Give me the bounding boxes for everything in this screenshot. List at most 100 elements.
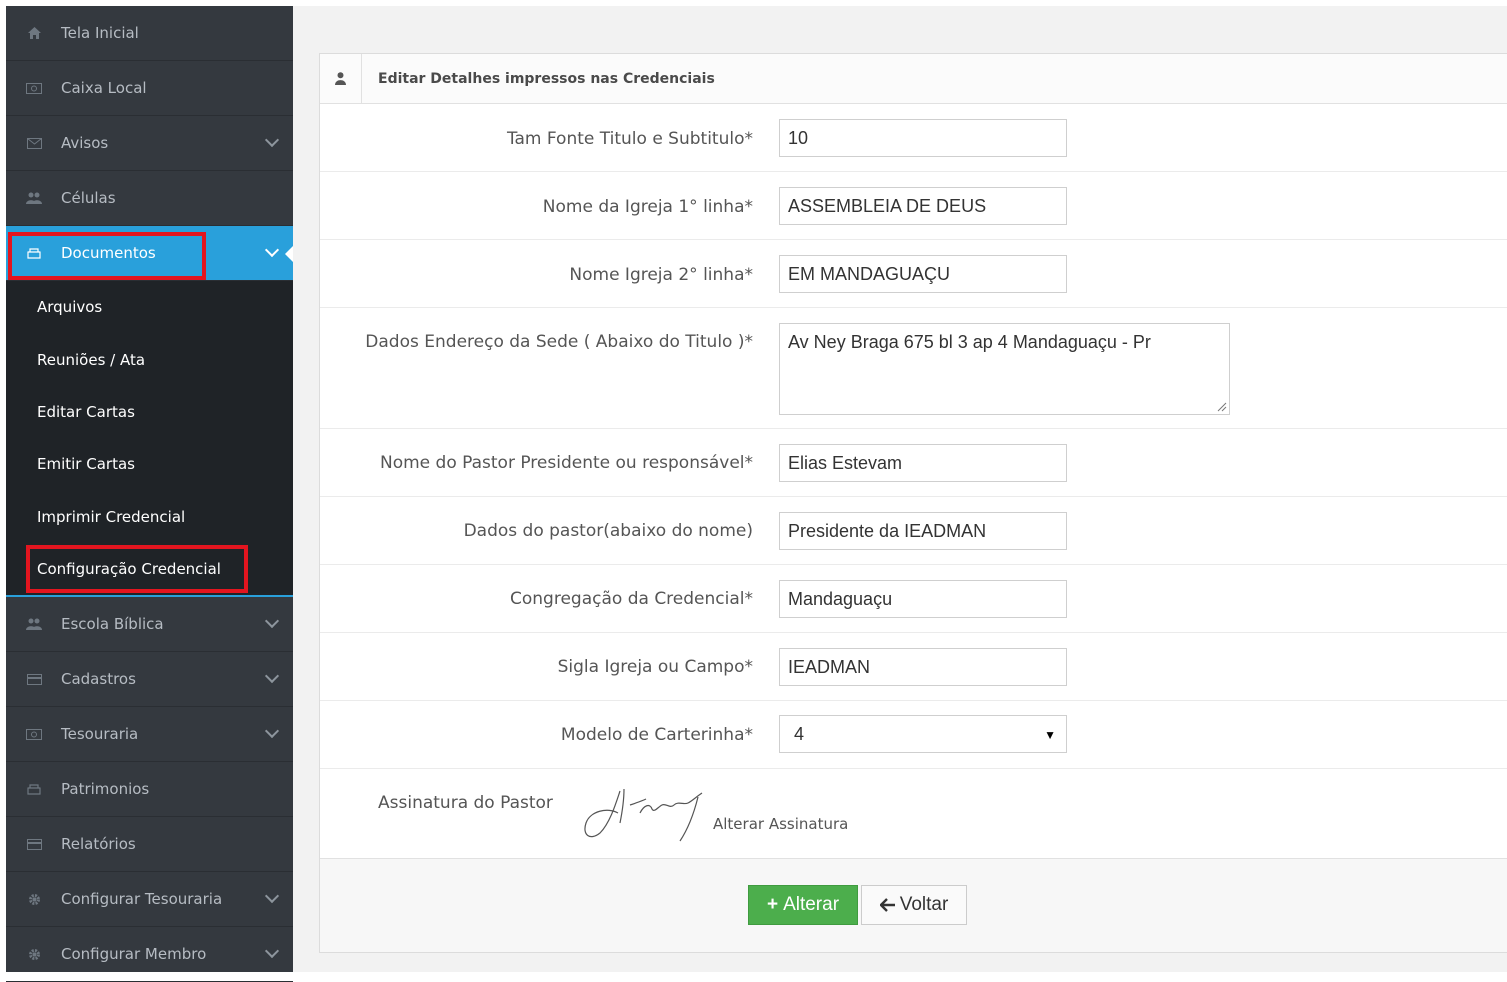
- submenu-item-label: Arquivos: [37, 298, 103, 317]
- form-row-acronym: Sigla Igreja ou Campo* IEADMAN: [320, 633, 1507, 701]
- credential-settings-panel: Editar Detalhes impressos nas Credenciai…: [319, 53, 1507, 953]
- sidebar-item-configurar-membro[interactable]: Configurar Membro: [6, 927, 293, 982]
- dropdown-arrow-icon: ▼: [1044, 728, 1056, 742]
- form-row-address: Dados Endereço da Sede ( Abaixo do Titul…: [320, 308, 1507, 429]
- submit-button[interactable]: + Alterar: [748, 885, 858, 925]
- sidebar-item-label: Células: [61, 189, 116, 207]
- chevron-down-icon: [264, 614, 280, 629]
- sidebar-item-label: Relatórios: [61, 835, 136, 854]
- panel-title: Editar Detalhes impressos nas Credenciai…: [378, 70, 715, 87]
- church-line1-input[interactable]: ASSEMBLEIA DE DEUS: [779, 187, 1067, 225]
- font-size-input[interactable]: 10: [779, 119, 1067, 157]
- sidebar-item-label: Configurar Tesouraria: [61, 890, 223, 909]
- submenu-item-emitir-cartas[interactable]: Emitir Cartas: [6, 438, 293, 490]
- submenu-item-label: Imprimir Credencial: [37, 507, 186, 526]
- gear-icon: [26, 892, 42, 906]
- card-model-select[interactable]: 4 ▼: [779, 715, 1067, 753]
- church-line2-label: Nome Igreja 2° linha*: [569, 265, 753, 285]
- form-row-church-line1: Nome da Igreja 1° linha* ASSEMBLEIA DE D…: [320, 172, 1507, 240]
- sidebar-item-patrimonios[interactable]: Patrimonios: [6, 762, 293, 818]
- folder-icon: [26, 782, 42, 796]
- acronym-input[interactable]: IEADMAN: [779, 648, 1067, 686]
- folder-icon: [26, 246, 42, 260]
- sidebar-item-caixa-local[interactable]: Caixa Local: [6, 61, 293, 116]
- money-icon: [26, 727, 42, 741]
- chevron-down-icon: [264, 242, 280, 258]
- card-model-label: Modelo de Carterinha*: [560, 725, 753, 745]
- sidebar-item-label: Documentos: [61, 244, 156, 262]
- sidebar-item-avisos[interactable]: Avisos: [6, 116, 293, 171]
- plus-icon: +: [766, 894, 779, 915]
- sidebar-item-configurar-tesouraria[interactable]: Configurar Tesouraria: [6, 872, 293, 928]
- pastor-name-input[interactable]: Elias Estevam: [779, 444, 1067, 482]
- home-icon: [26, 26, 42, 40]
- gear-icon: [26, 947, 42, 961]
- address-value: Av Ney Braga 675 bl 3 ap 4 Mandaguaçu - …: [788, 332, 1151, 352]
- submenu-documentos: Arquivos Reuniões / Ata Editar Cartas Em…: [6, 281, 293, 598]
- sidebar-item-label: Configurar Membro: [61, 945, 207, 964]
- church-line2-input[interactable]: EM MANDAGUAÇU: [779, 255, 1067, 293]
- congregation-input[interactable]: Mandaguaçu: [779, 580, 1067, 618]
- users-icon: [26, 617, 42, 631]
- form-row-pastor-data: Dados do pastor(abaixo do nome) Presiden…: [320, 497, 1507, 565]
- card-icon: [26, 837, 42, 851]
- sidebar-item-label: Patrimonios: [61, 780, 150, 799]
- form-row-font-size: Tam Fonte Titulo e Subtitulo* 10: [320, 104, 1507, 172]
- submenu-item-arquivos[interactable]: Arquivos: [6, 281, 293, 333]
- sidebar-item-relatorios[interactable]: Relatórios: [6, 817, 293, 873]
- change-signature-link[interactable]: Alterar Assinatura: [713, 815, 848, 833]
- sidebar-item-cadastros[interactable]: Cadastros: [6, 652, 293, 708]
- chevron-down-icon: [264, 669, 280, 684]
- sidebar-item-label: Tela Inicial: [61, 24, 139, 42]
- card-model-value: 4: [794, 723, 805, 744]
- submenu-item-label: Editar Cartas: [37, 402, 135, 421]
- chevron-down-icon: [264, 724, 280, 739]
- submenu-item-label: Reuniões / Ata: [37, 350, 146, 369]
- app-root: Tela Inicial Caixa Local Avisos Células: [0, 0, 1507, 982]
- main-content: Editar Detalhes impressos nas Credenciai…: [293, 6, 1507, 972]
- submenu-item-reunioes-ata[interactable]: Reuniões / Ata: [6, 333, 293, 385]
- sidebar-item-celulas[interactable]: Células: [6, 171, 293, 226]
- church-line1-label: Nome da Igreja 1° linha*: [542, 197, 753, 217]
- chevron-down-icon: [264, 132, 280, 148]
- form-actions: + Alterar Voltar: [320, 859, 1507, 949]
- address-label: Dados Endereço da Sede ( Abaixo do Titul…: [365, 332, 753, 352]
- signature-label: Assinatura do Pastor: [378, 793, 553, 813]
- sidebar-item-escola-biblica[interactable]: Escola Bíblica: [6, 597, 293, 653]
- back-button[interactable]: Voltar: [861, 885, 967, 925]
- sidebar-item-label: Caixa Local: [61, 79, 147, 97]
- card-icon: [26, 672, 42, 686]
- sidebar-item-label: Escola Bíblica: [61, 615, 164, 634]
- congregation-label: Congregação da Credencial*: [510, 589, 753, 609]
- form-row-signature: Assinatura do Pastor Alterar Assinatura: [320, 769, 1507, 859]
- pastor-name-label: Nome do Pastor Presidente ou responsável…: [379, 453, 753, 473]
- user-icon: [320, 54, 362, 103]
- address-textarea[interactable]: Av Ney Braga 675 bl 3 ap 4 Mandaguaçu - …: [779, 323, 1230, 415]
- sidebar: Tela Inicial Caixa Local Avisos Células: [6, 6, 294, 982]
- submenu-item-label: Configuração Credencial: [37, 560, 221, 579]
- pastor-data-label: Dados do pastor(abaixo do nome): [463, 521, 753, 541]
- form-row-card-model: Modelo de Carterinha* 4 ▼: [320, 701, 1507, 769]
- sidebar-item-label: Tesouraria: [61, 725, 139, 744]
- sidebar-item-tela-inicial[interactable]: Tela Inicial: [6, 6, 293, 61]
- envelope-icon: [26, 136, 42, 150]
- form-row-church-line2: Nome Igreja 2° linha* EM MANDAGUAÇU: [320, 240, 1507, 308]
- submenu-item-label: Emitir Cartas: [37, 455, 135, 474]
- signature-image: [584, 788, 703, 842]
- pastor-data-input[interactable]: Presidente da IEADMAN: [779, 512, 1067, 550]
- submenu-item-imprimir-credencial[interactable]: Imprimir Credencial: [6, 491, 293, 543]
- sidebar-item-documentos[interactable]: Documentos: [6, 226, 294, 281]
- arrow-left-icon: [879, 898, 895, 912]
- sidebar-item-tesouraria[interactable]: Tesouraria: [6, 707, 293, 763]
- acronym-label: Sigla Igreja ou Campo*: [557, 657, 753, 677]
- sidebar-item-label: Avisos: [61, 134, 109, 152]
- panel-header: Editar Detalhes impressos nas Credenciai…: [320, 54, 1507, 104]
- submit-label: Alterar: [783, 894, 840, 915]
- sidebar-item-label: Cadastros: [61, 670, 136, 689]
- money-icon: [26, 81, 42, 95]
- font-size-label: Tam Fonte Titulo e Subtitulo*: [506, 129, 753, 149]
- form-row-pastor-name: Nome do Pastor Presidente ou responsável…: [320, 429, 1507, 497]
- submenu-item-editar-cartas[interactable]: Editar Cartas: [6, 386, 293, 438]
- submenu-item-configuracao-credencial[interactable]: Configuração Credencial: [6, 543, 293, 595]
- resize-grip-icon[interactable]: [1217, 402, 1227, 412]
